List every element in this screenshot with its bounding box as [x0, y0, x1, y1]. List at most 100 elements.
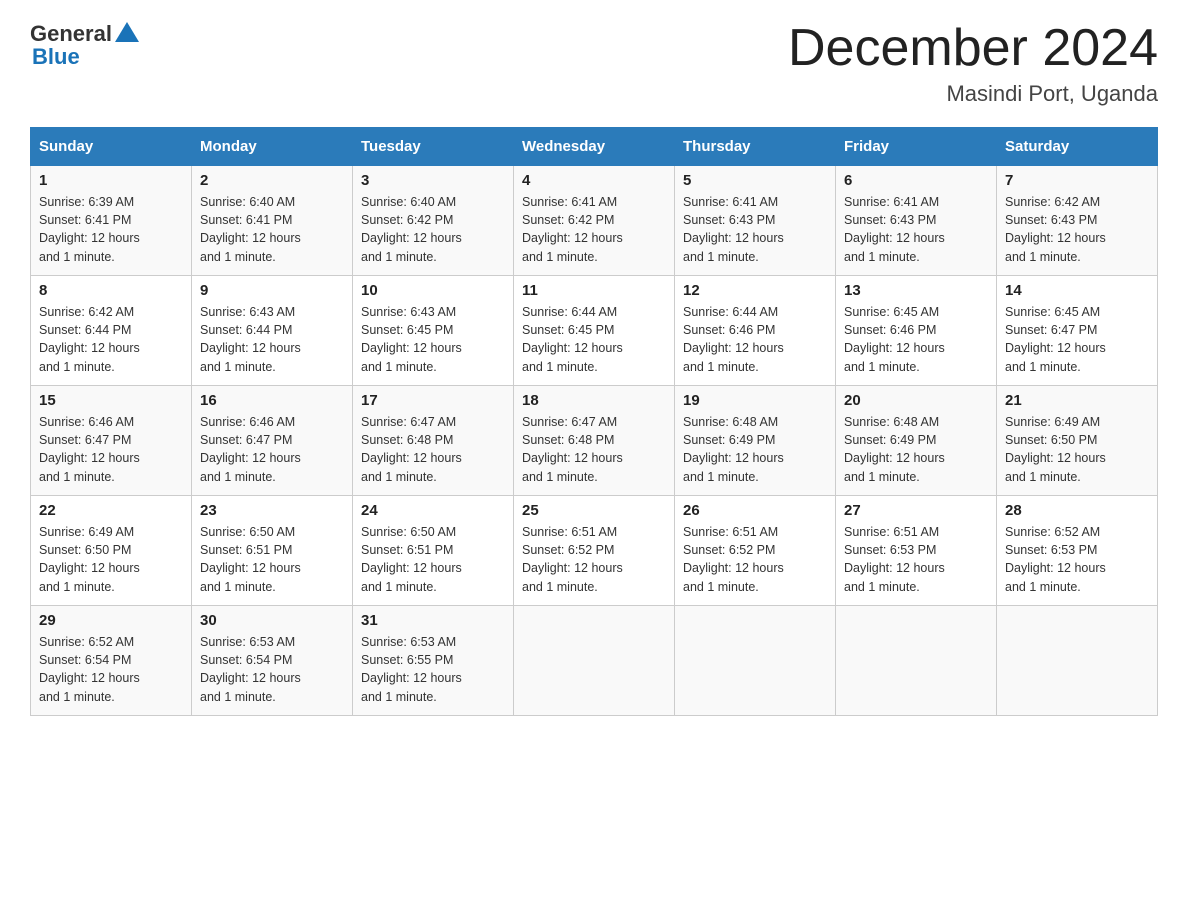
calendar-cell: 5 Sunrise: 6:41 AMSunset: 6:43 PMDayligh… — [675, 166, 836, 276]
calendar-week-row: 22 Sunrise: 6:49 AMSunset: 6:50 PMDaylig… — [31, 496, 1158, 606]
logo: General Blue — [30, 20, 142, 70]
col-saturday: Saturday — [997, 128, 1158, 166]
day-number: 14 — [1005, 282, 1149, 299]
day-number: 3 — [361, 172, 505, 189]
day-number: 29 — [39, 612, 183, 629]
day-info: Sunrise: 6:51 AMSunset: 6:53 PMDaylight:… — [844, 525, 945, 593]
calendar-cell: 12 Sunrise: 6:44 AMSunset: 6:46 PMDaylig… — [675, 276, 836, 386]
day-number: 11 — [522, 282, 666, 299]
calendar-cell: 31 Sunrise: 6:53 AMSunset: 6:55 PMDaylig… — [353, 606, 514, 716]
day-info: Sunrise: 6:45 AMSunset: 6:46 PMDaylight:… — [844, 305, 945, 373]
location-subtitle: Masindi Port, Uganda — [788, 81, 1158, 107]
calendar-cell: 25 Sunrise: 6:51 AMSunset: 6:52 PMDaylig… — [514, 496, 675, 606]
day-info: Sunrise: 6:41 AMSunset: 6:43 PMDaylight:… — [683, 195, 784, 263]
day-number: 2 — [200, 172, 344, 189]
calendar-cell: 30 Sunrise: 6:53 AMSunset: 6:54 PMDaylig… — [192, 606, 353, 716]
day-number: 17 — [361, 392, 505, 409]
day-info: Sunrise: 6:40 AMSunset: 6:41 PMDaylight:… — [200, 195, 301, 263]
calendar-cell: 7 Sunrise: 6:42 AMSunset: 6:43 PMDayligh… — [997, 166, 1158, 276]
day-info: Sunrise: 6:46 AMSunset: 6:47 PMDaylight:… — [200, 415, 301, 483]
calendar-cell: 26 Sunrise: 6:51 AMSunset: 6:52 PMDaylig… — [675, 496, 836, 606]
title-block: December 2024 Masindi Port, Uganda — [788, 20, 1158, 107]
day-info: Sunrise: 6:43 AMSunset: 6:44 PMDaylight:… — [200, 305, 301, 373]
day-info: Sunrise: 6:43 AMSunset: 6:45 PMDaylight:… — [361, 305, 462, 373]
day-info: Sunrise: 6:48 AMSunset: 6:49 PMDaylight:… — [844, 415, 945, 483]
day-info: Sunrise: 6:45 AMSunset: 6:47 PMDaylight:… — [1005, 305, 1106, 373]
calendar-cell: 17 Sunrise: 6:47 AMSunset: 6:48 PMDaylig… — [353, 386, 514, 496]
calendar-cell: 10 Sunrise: 6:43 AMSunset: 6:45 PMDaylig… — [353, 276, 514, 386]
day-number: 22 — [39, 502, 183, 519]
calendar-week-row: 29 Sunrise: 6:52 AMSunset: 6:54 PMDaylig… — [31, 606, 1158, 716]
calendar-cell: 21 Sunrise: 6:49 AMSunset: 6:50 PMDaylig… — [997, 386, 1158, 496]
day-info: Sunrise: 6:42 AMSunset: 6:44 PMDaylight:… — [39, 305, 140, 373]
calendar-cell: 24 Sunrise: 6:50 AMSunset: 6:51 PMDaylig… — [353, 496, 514, 606]
col-tuesday: Tuesday — [353, 128, 514, 166]
calendar-cell: 29 Sunrise: 6:52 AMSunset: 6:54 PMDaylig… — [31, 606, 192, 716]
day-number: 9 — [200, 282, 344, 299]
day-info: Sunrise: 6:51 AMSunset: 6:52 PMDaylight:… — [683, 525, 784, 593]
day-info: Sunrise: 6:44 AMSunset: 6:45 PMDaylight:… — [522, 305, 623, 373]
calendar-cell: 27 Sunrise: 6:51 AMSunset: 6:53 PMDaylig… — [836, 496, 997, 606]
calendar-cell — [675, 606, 836, 716]
calendar-cell: 19 Sunrise: 6:48 AMSunset: 6:49 PMDaylig… — [675, 386, 836, 496]
day-info: Sunrise: 6:46 AMSunset: 6:47 PMDaylight:… — [39, 415, 140, 483]
day-info: Sunrise: 6:40 AMSunset: 6:42 PMDaylight:… — [361, 195, 462, 263]
logo-blue-text: Blue — [32, 44, 80, 70]
calendar-cell: 4 Sunrise: 6:41 AMSunset: 6:42 PMDayligh… — [514, 166, 675, 276]
calendar-cell — [997, 606, 1158, 716]
day-info: Sunrise: 6:50 AMSunset: 6:51 PMDaylight:… — [361, 525, 462, 593]
day-number: 10 — [361, 282, 505, 299]
calendar-week-row: 8 Sunrise: 6:42 AMSunset: 6:44 PMDayligh… — [31, 276, 1158, 386]
col-wednesday: Wednesday — [514, 128, 675, 166]
day-number: 7 — [1005, 172, 1149, 189]
day-number: 23 — [200, 502, 344, 519]
day-number: 31 — [361, 612, 505, 629]
calendar-cell — [514, 606, 675, 716]
day-info: Sunrise: 6:39 AMSunset: 6:41 PMDaylight:… — [39, 195, 140, 263]
calendar-cell: 18 Sunrise: 6:47 AMSunset: 6:48 PMDaylig… — [514, 386, 675, 496]
day-number: 6 — [844, 172, 988, 189]
calendar-cell — [836, 606, 997, 716]
calendar-cell: 8 Sunrise: 6:42 AMSunset: 6:44 PMDayligh… — [31, 276, 192, 386]
day-number: 18 — [522, 392, 666, 409]
calendar-cell: 2 Sunrise: 6:40 AMSunset: 6:41 PMDayligh… — [192, 166, 353, 276]
day-info: Sunrise: 6:53 AMSunset: 6:54 PMDaylight:… — [200, 635, 301, 703]
day-number: 12 — [683, 282, 827, 299]
calendar-cell: 22 Sunrise: 6:49 AMSunset: 6:50 PMDaylig… — [31, 496, 192, 606]
calendar-cell: 16 Sunrise: 6:46 AMSunset: 6:47 PMDaylig… — [192, 386, 353, 496]
day-info: Sunrise: 6:42 AMSunset: 6:43 PMDaylight:… — [1005, 195, 1106, 263]
calendar-cell: 15 Sunrise: 6:46 AMSunset: 6:47 PMDaylig… — [31, 386, 192, 496]
calendar-cell: 1 Sunrise: 6:39 AMSunset: 6:41 PMDayligh… — [31, 166, 192, 276]
day-number: 20 — [844, 392, 988, 409]
day-info: Sunrise: 6:44 AMSunset: 6:46 PMDaylight:… — [683, 305, 784, 373]
calendar-week-row: 1 Sunrise: 6:39 AMSunset: 6:41 PMDayligh… — [31, 166, 1158, 276]
calendar-cell: 3 Sunrise: 6:40 AMSunset: 6:42 PMDayligh… — [353, 166, 514, 276]
month-title: December 2024 — [788, 20, 1158, 77]
calendar-cell: 20 Sunrise: 6:48 AMSunset: 6:49 PMDaylig… — [836, 386, 997, 496]
day-number: 30 — [200, 612, 344, 629]
day-number: 4 — [522, 172, 666, 189]
logo-flag-icon — [113, 20, 141, 48]
day-number: 1 — [39, 172, 183, 189]
day-number: 21 — [1005, 392, 1149, 409]
day-info: Sunrise: 6:51 AMSunset: 6:52 PMDaylight:… — [522, 525, 623, 593]
day-number: 15 — [39, 392, 183, 409]
col-thursday: Thursday — [675, 128, 836, 166]
day-info: Sunrise: 6:52 AMSunset: 6:53 PMDaylight:… — [1005, 525, 1106, 593]
calendar-week-row: 15 Sunrise: 6:46 AMSunset: 6:47 PMDaylig… — [31, 386, 1158, 496]
calendar-cell: 28 Sunrise: 6:52 AMSunset: 6:53 PMDaylig… — [997, 496, 1158, 606]
day-number: 28 — [1005, 502, 1149, 519]
col-friday: Friday — [836, 128, 997, 166]
col-sunday: Sunday — [31, 128, 192, 166]
calendar-cell: 23 Sunrise: 6:50 AMSunset: 6:51 PMDaylig… — [192, 496, 353, 606]
day-info: Sunrise: 6:53 AMSunset: 6:55 PMDaylight:… — [361, 635, 462, 703]
day-info: Sunrise: 6:50 AMSunset: 6:51 PMDaylight:… — [200, 525, 301, 593]
day-number: 27 — [844, 502, 988, 519]
calendar-header-row: Sunday Monday Tuesday Wednesday Thursday… — [31, 128, 1158, 166]
day-number: 25 — [522, 502, 666, 519]
day-number: 19 — [683, 392, 827, 409]
day-info: Sunrise: 6:49 AMSunset: 6:50 PMDaylight:… — [39, 525, 140, 593]
calendar-cell: 14 Sunrise: 6:45 AMSunset: 6:47 PMDaylig… — [997, 276, 1158, 386]
calendar-cell: 9 Sunrise: 6:43 AMSunset: 6:44 PMDayligh… — [192, 276, 353, 386]
col-monday: Monday — [192, 128, 353, 166]
